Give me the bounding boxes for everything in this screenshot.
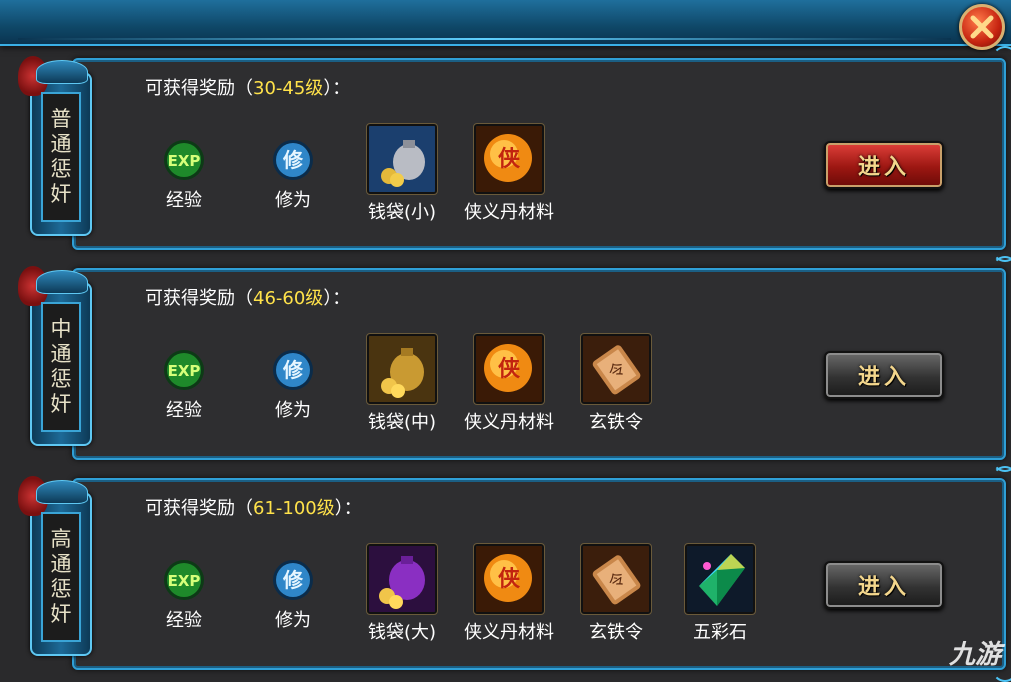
reward-prefix: 可获得奖励（ bbox=[145, 498, 253, 519]
cultivation-icon: 修 bbox=[271, 348, 315, 392]
banner-text: 普 通 惩 奸 bbox=[41, 92, 81, 222]
iron-token-icon: 令 bbox=[580, 543, 652, 615]
svg-text:修: 修 bbox=[282, 358, 304, 382]
cultivation-icon: 修 bbox=[271, 558, 315, 602]
xiayi-pill-material-icon: 侠 bbox=[473, 333, 545, 405]
reward-item-iron-token[interactable]: 令 玄铁令 bbox=[566, 543, 666, 644]
level-range: 46-60级 bbox=[253, 288, 324, 309]
reward-title: 可获得奖励（61-100级）： bbox=[145, 494, 362, 520]
exp-icon: EXP bbox=[162, 558, 206, 602]
watermark-logo: 九游 bbox=[948, 640, 1001, 670]
exp-icon: EXP bbox=[162, 348, 206, 392]
level-range: 30-45级 bbox=[253, 78, 324, 99]
cultivation-icon: 修 bbox=[271, 138, 315, 182]
item-label: 经验 bbox=[166, 610, 202, 631]
svg-text:EXP: EXP bbox=[168, 572, 201, 590]
reward-suffix: ）： bbox=[334, 498, 362, 519]
xiayi-pill-material-icon: 侠 bbox=[473, 123, 545, 195]
close-x-icon bbox=[970, 15, 994, 39]
window-title-bar bbox=[0, 0, 1011, 46]
iron-token-icon: 令 bbox=[580, 333, 652, 405]
reward-item-money-bag-small[interactable]: 钱袋(小) bbox=[352, 123, 452, 224]
money-bag-small-icon bbox=[366, 123, 438, 195]
reward-item-iron-token[interactable]: 令 玄铁令 bbox=[566, 333, 666, 434]
banner-char: 惩 bbox=[50, 157, 72, 181]
banner-text: 中 通 惩 奸 bbox=[41, 302, 81, 432]
reward-item-xiayi-pill-material[interactable]: 侠 侠义丹材料 bbox=[459, 123, 559, 224]
reward-item-cultivation[interactable]: 修 修为 bbox=[243, 348, 343, 422]
item-label: 钱袋(小) bbox=[367, 202, 437, 223]
svg-text:侠: 侠 bbox=[498, 566, 521, 592]
banner-normal: 普 通 惩 奸 bbox=[18, 56, 92, 236]
reward-item-exp[interactable]: EXP 经验 bbox=[134, 138, 234, 212]
level-range: 61-100级 bbox=[253, 498, 335, 519]
reward-item-xiayi-pill-material[interactable]: 侠 侠义丹材料 bbox=[459, 543, 559, 644]
reward-item-exp[interactable]: EXP 经验 bbox=[134, 348, 234, 422]
reward-item-exp[interactable]: EXP 经验 bbox=[134, 558, 234, 632]
banner-char: 奸 bbox=[50, 602, 72, 626]
item-label: 修为 bbox=[275, 190, 311, 211]
banner-high: 高 通 惩 奸 bbox=[18, 476, 92, 656]
item-label: 钱袋(大) bbox=[367, 622, 437, 643]
reward-prefix: 可获得奖励（ bbox=[145, 288, 253, 309]
enter-button[interactable]: 进入 bbox=[824, 351, 944, 399]
enter-button[interactable]: 进入 bbox=[824, 561, 944, 609]
banner-char: 奸 bbox=[50, 182, 72, 206]
reward-item-xiayi-pill-material[interactable]: 侠 侠义丹材料 bbox=[459, 333, 559, 434]
svg-text:EXP: EXP bbox=[168, 362, 201, 380]
item-label: 侠义丹材料 bbox=[464, 412, 554, 433]
banner-medium: 中 通 惩 奸 bbox=[18, 266, 92, 446]
banner-char: 中 bbox=[50, 317, 72, 341]
close-button[interactable] bbox=[959, 4, 1005, 50]
item-label: 侠义丹材料 bbox=[464, 202, 554, 223]
banner-char: 惩 bbox=[50, 577, 72, 601]
money-bag-medium-icon bbox=[366, 333, 438, 405]
reward-item-money-bag-medium[interactable]: 钱袋(中) bbox=[352, 333, 452, 434]
svg-text:侠: 侠 bbox=[498, 146, 521, 172]
item-label: 经验 bbox=[166, 190, 202, 211]
item-label: 玄铁令 bbox=[589, 412, 643, 433]
reward-item-cultivation[interactable]: 修 修为 bbox=[243, 558, 343, 632]
five-color-stone-icon bbox=[684, 543, 756, 615]
item-label: 玄铁令 bbox=[589, 622, 643, 643]
item-label: 钱袋(中) bbox=[367, 412, 437, 433]
svg-text:侠: 侠 bbox=[498, 356, 521, 382]
reward-suffix: ）： bbox=[323, 78, 351, 99]
banner-char: 通 bbox=[50, 132, 72, 156]
reward-title: 可获得奖励（46-60级）： bbox=[145, 284, 350, 310]
banner-cap bbox=[36, 480, 88, 504]
item-label: 修为 bbox=[275, 610, 311, 631]
banner-char: 奸 bbox=[50, 392, 72, 416]
svg-text:修: 修 bbox=[282, 568, 304, 592]
reward-prefix: 可获得奖励（ bbox=[145, 78, 253, 99]
svg-text:EXP: EXP bbox=[168, 152, 201, 170]
banner-char: 惩 bbox=[50, 367, 72, 391]
banner-char: 高 bbox=[50, 527, 72, 551]
enter-button[interactable]: 进入 bbox=[824, 141, 944, 189]
banner-text: 高 通 惩 奸 bbox=[41, 512, 81, 642]
item-label: 五彩石 bbox=[693, 622, 747, 643]
xiayi-pill-material-icon: 侠 bbox=[473, 543, 545, 615]
exp-icon: EXP bbox=[162, 138, 206, 182]
banner-char: 通 bbox=[50, 552, 72, 576]
item-label: 经验 bbox=[166, 400, 202, 421]
reward-item-money-bag-large[interactable]: 钱袋(大) bbox=[352, 543, 452, 644]
item-label: 修为 bbox=[275, 400, 311, 421]
banner-cap bbox=[36, 270, 88, 294]
reward-item-five-color-stone[interactable]: 五彩石 bbox=[670, 543, 770, 644]
reward-item-cultivation[interactable]: 修 修为 bbox=[243, 138, 343, 212]
item-label: 侠义丹材料 bbox=[464, 622, 554, 643]
money-bag-large-icon bbox=[366, 543, 438, 615]
svg-text:修: 修 bbox=[282, 148, 304, 172]
reward-title: 可获得奖励（30-45级）： bbox=[145, 74, 350, 100]
banner-char: 通 bbox=[50, 342, 72, 366]
banner-cap bbox=[36, 60, 88, 84]
banner-char: 普 bbox=[50, 107, 72, 131]
reward-suffix: ）： bbox=[323, 288, 351, 309]
